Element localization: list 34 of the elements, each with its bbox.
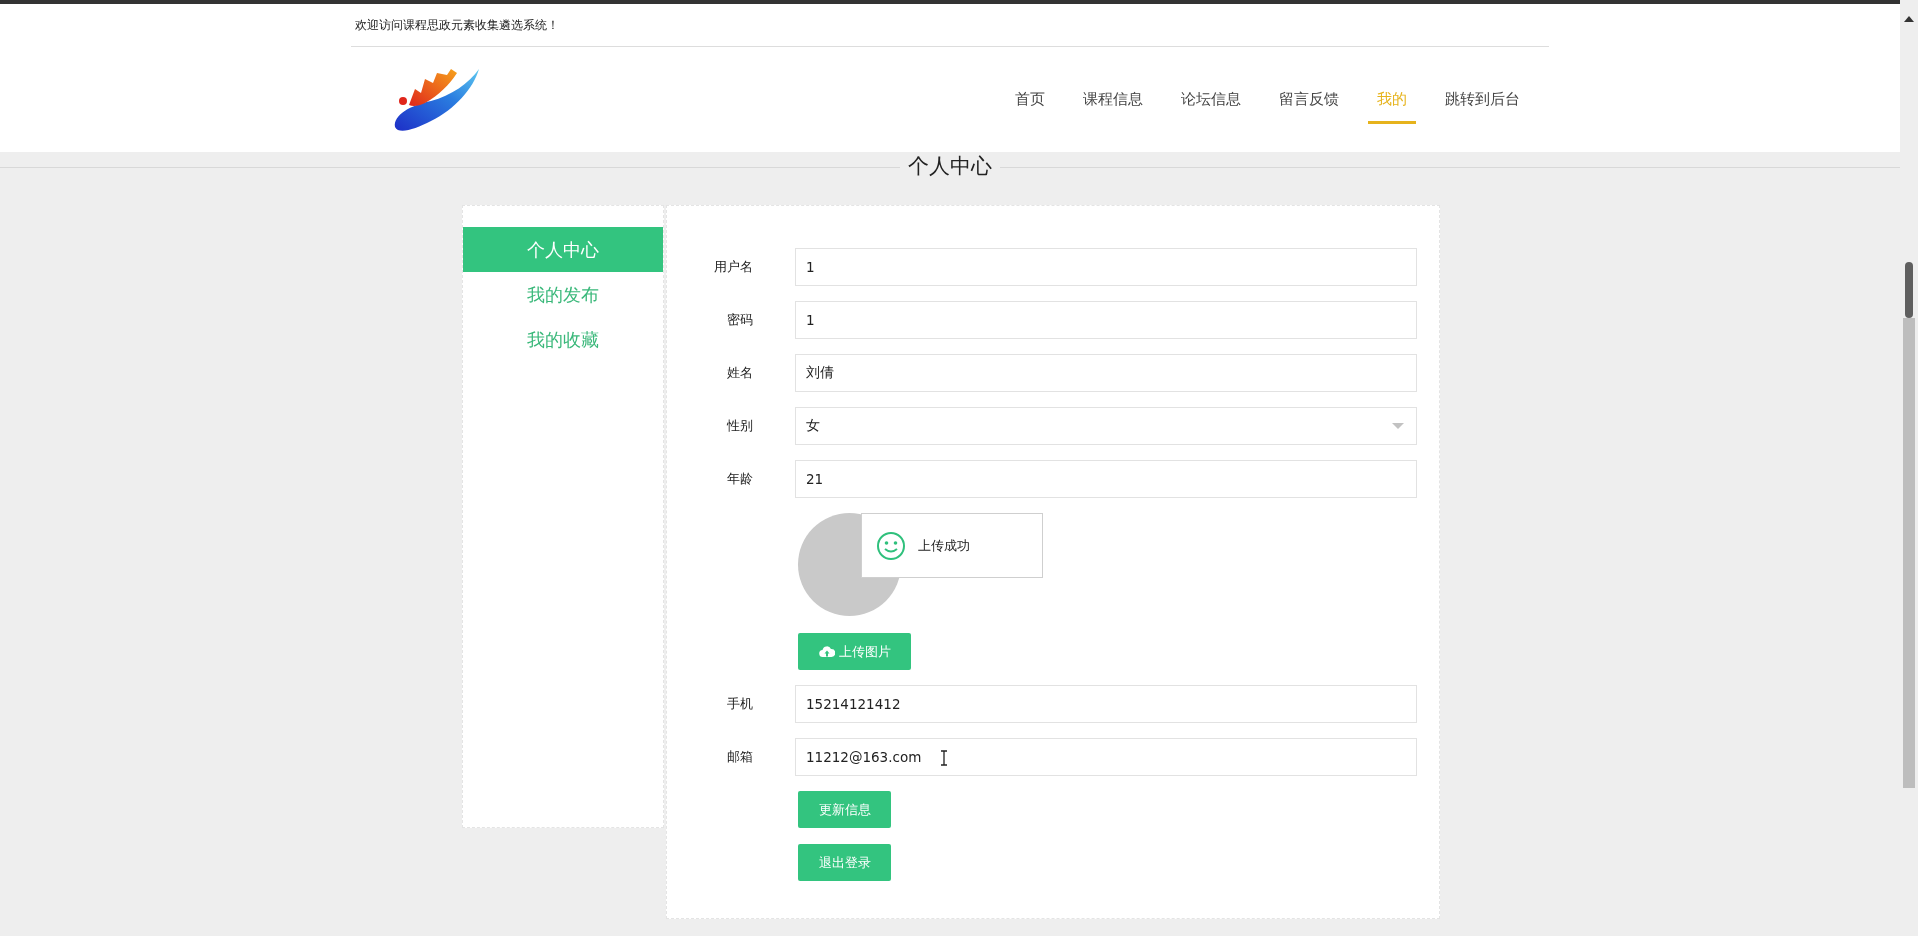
nav-link[interactable]: 留言反馈 — [1260, 47, 1358, 152]
cloud-upload-icon — [818, 645, 835, 658]
input-field[interactable]: 15214121412 — [795, 685, 1417, 723]
input-field[interactable]: 1 — [795, 248, 1417, 286]
field-value: 21 — [806, 471, 824, 487]
input-field[interactable]: 21 — [795, 460, 1417, 498]
toast-text: 上传成功 — [918, 536, 970, 555]
nav-link[interactable]: 跳转到后台 — [1426, 47, 1539, 152]
field-label: 邮箱 — [726, 748, 753, 766]
nav-link[interactable]: 课程信息 — [1064, 47, 1162, 152]
page-title: 个人中心 — [900, 152, 1000, 180]
smiley-icon — [876, 530, 906, 561]
scrollbar-thumb[interactable] — [1905, 262, 1913, 318]
field-value: 刘倩 — [806, 364, 834, 382]
field-label: 密码 — [726, 311, 753, 329]
caret-icon — [1392, 423, 1404, 429]
field-label: 姓名 — [726, 364, 753, 382]
input-field[interactable]: 11212@163.com — [795, 738, 1417, 776]
scroll-up-icon — [1904, 16, 1914, 22]
nav-link[interactable]: 首页 — [996, 47, 1064, 152]
field-label: 手机 — [726, 695, 753, 713]
field-value: 女 — [806, 417, 820, 435]
field-value: 1 — [806, 312, 815, 328]
field-label: 年龄 — [726, 470, 753, 488]
nav-link[interactable]: 论坛信息 — [1162, 47, 1260, 152]
field-value: 1 — [806, 259, 815, 275]
field-value: 15214121412 — [806, 696, 901, 712]
input-field[interactable]: 刘倩 — [795, 354, 1417, 392]
field-label: 用户名 — [713, 258, 753, 276]
field-label: 性别 — [726, 417, 753, 435]
select-field[interactable]: 女 — [795, 407, 1417, 445]
welcome-text: 欢迎访问课程思政元素收集遴选系统！ — [355, 16, 559, 34]
input-field[interactable]: 1 — [795, 301, 1417, 339]
field-value: 11212@163.com — [806, 749, 922, 765]
